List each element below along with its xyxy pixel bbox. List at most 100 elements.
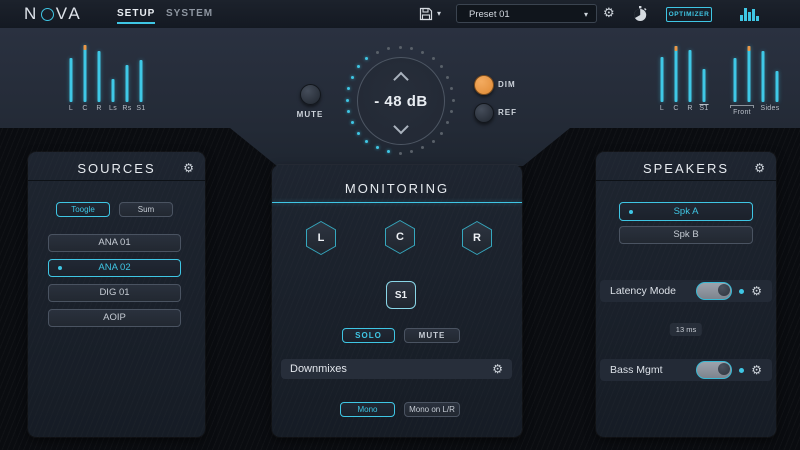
save-preset-icon[interactable] (418, 6, 434, 22)
monitoring-panel: MONITORING L C R S1 SOLO MUTE Downmixes … (272, 165, 522, 437)
speaker-b-button[interactable]: Spk B (619, 226, 753, 244)
meter-bar (112, 79, 115, 102)
output-meters-channels: LCRS1 (655, 45, 711, 112)
channel-label: C (396, 231, 404, 243)
meter-label: S1 (697, 105, 711, 112)
meter-label: Sides (756, 105, 784, 116)
sources-panel: SOURCES ⚙ Toogle Sum ANA 01 ANA 02 DIG 0… (28, 152, 205, 437)
top-bar: N VA SETUP SYSTEM ▾ Preset 01 ▾ ⚙ OPTIMIZ… (0, 0, 800, 29)
tab-system[interactable]: SYSTEM (166, 0, 213, 28)
meter-label: R (683, 105, 697, 112)
channel-button-s1[interactable]: S1 (386, 281, 416, 309)
mute-button[interactable] (300, 84, 321, 105)
meter-label: C (669, 105, 683, 112)
speakers-title: SPEAKERS (643, 161, 729, 176)
meter-label: R (92, 105, 106, 112)
source-item-ana01[interactable]: ANA 01 (48, 234, 181, 252)
source-item-dig01[interactable]: DIG 01 (48, 284, 181, 302)
ref-label: REF (498, 108, 517, 117)
downmixes-gear-icon[interactable]: ⚙ (492, 363, 503, 375)
tab-setup[interactable]: SETUP (117, 0, 155, 28)
preset-value: Preset 01 (469, 9, 510, 20)
channel-button-c[interactable]: C (385, 220, 415, 254)
downmixes-header: Downmixes ⚙ (281, 359, 512, 379)
meter-bar (140, 60, 143, 102)
latency-mode-label: Latency Mode (610, 285, 689, 297)
source-item-label: ANA 02 (98, 262, 130, 273)
meter-bar (734, 58, 737, 102)
bass-gear-icon[interactable]: ⚙ (751, 364, 762, 376)
meter-label: Ls (106, 105, 120, 112)
output-meters-groups: FrontSides (728, 45, 784, 116)
latency-gear-icon[interactable]: ⚙ (751, 285, 762, 297)
channel-label: L (318, 232, 325, 244)
meter-bar (675, 46, 678, 102)
speakers-gear-icon[interactable]: ⚙ (754, 162, 767, 174)
speaker-label: Spk A (674, 206, 699, 217)
channel-button-l[interactable]: L (306, 221, 336, 255)
logo-o-circle-icon (41, 8, 54, 21)
meter-label: L (655, 105, 669, 112)
bass-active-dot (739, 368, 744, 373)
volume-readout: - 48 dB (358, 93, 444, 110)
chevron-up-icon[interactable] (393, 72, 409, 88)
logo-text-post: VA (56, 4, 82, 24)
meter-bar (661, 57, 664, 102)
speaker-a-button[interactable]: Spk A (619, 202, 753, 221)
latency-mode-row: Latency Mode ⚙ (600, 280, 772, 302)
sources-separator (28, 180, 205, 181)
sources-gear-icon[interactable]: ⚙ (183, 162, 196, 174)
speakers-panel: SPEAKERS ⚙ Spk A Spk B Latency Mode ⚙ 13… (596, 152, 776, 437)
meter-bar (98, 51, 101, 102)
preset-caret-icon: ▾ (584, 5, 588, 24)
latency-toggle[interactable] (696, 282, 732, 300)
ref-button[interactable] (474, 103, 494, 123)
mute-label: MUTE (291, 110, 329, 119)
sources-title-row: SOURCES ⚙ (28, 152, 205, 176)
save-caret-icon[interactable]: ▾ (437, 0, 441, 28)
meter-bar (776, 71, 779, 102)
meter-bar (748, 46, 751, 102)
optimizer-button[interactable]: OPTIMIZER (666, 7, 712, 22)
meter-bar (689, 50, 692, 102)
meter-label: L (64, 105, 78, 112)
source-mode-sum[interactable]: Sum (119, 202, 173, 217)
preset-select[interactable]: Preset 01 ▾ (456, 4, 597, 23)
meter-bar (703, 69, 706, 102)
meter-label: C (78, 105, 92, 112)
input-meters: LCRLsRsS1 (64, 45, 148, 112)
latency-active-dot (739, 289, 744, 294)
meter-bar (70, 58, 73, 102)
dim-button[interactable] (474, 75, 494, 95)
chevron-down-icon[interactable] (393, 119, 409, 135)
monitoring-title-row: MONITORING (272, 165, 522, 196)
settings-gear-icon[interactable]: ⚙ (603, 7, 615, 20)
monitor-mute-button[interactable]: MUTE (404, 328, 460, 343)
meter-bars-icon[interactable] (740, 7, 762, 21)
meter-label: Rs (120, 105, 134, 112)
stopwatch-icon[interactable] (631, 5, 649, 23)
speakers-title-row: SPEAKERS ⚙ (596, 152, 776, 176)
downmixes-title: Downmixes (290, 363, 347, 375)
source-mode-toggle[interactable]: Toogle (56, 202, 110, 217)
monitoring-separator (272, 202, 522, 203)
channel-button-r[interactable]: R (462, 221, 492, 255)
logo-text-pre: N (24, 4, 39, 24)
downmix-mono-button[interactable]: Mono (340, 402, 395, 417)
downmix-mono-lr-button[interactable]: Mono on L/R (404, 402, 460, 417)
bass-mgmt-row: Bass Mgmt ⚙ (600, 359, 772, 381)
solo-button[interactable]: SOLO (342, 328, 395, 343)
source-item-aoip[interactable]: AOIP (48, 309, 181, 327)
bass-mgmt-label: Bass Mgmt (610, 364, 689, 376)
nova-monitor-app: N VA SETUP SYSTEM ▾ Preset 01 ▾ ⚙ OPTIMIZ… (0, 0, 800, 450)
selected-dot (58, 266, 62, 270)
bass-toggle[interactable] (696, 361, 732, 379)
latency-readout: 13 ms (670, 323, 702, 336)
volume-knob[interactable]: - 48 dB (357, 57, 445, 145)
toggle-knob (718, 363, 730, 375)
meter-bar (762, 51, 765, 102)
monitoring-title: MONITORING (345, 181, 449, 196)
selected-dot (629, 210, 633, 214)
brand-logo: N VA (24, 0, 82, 28)
source-item-ana02[interactable]: ANA 02 (48, 259, 181, 277)
